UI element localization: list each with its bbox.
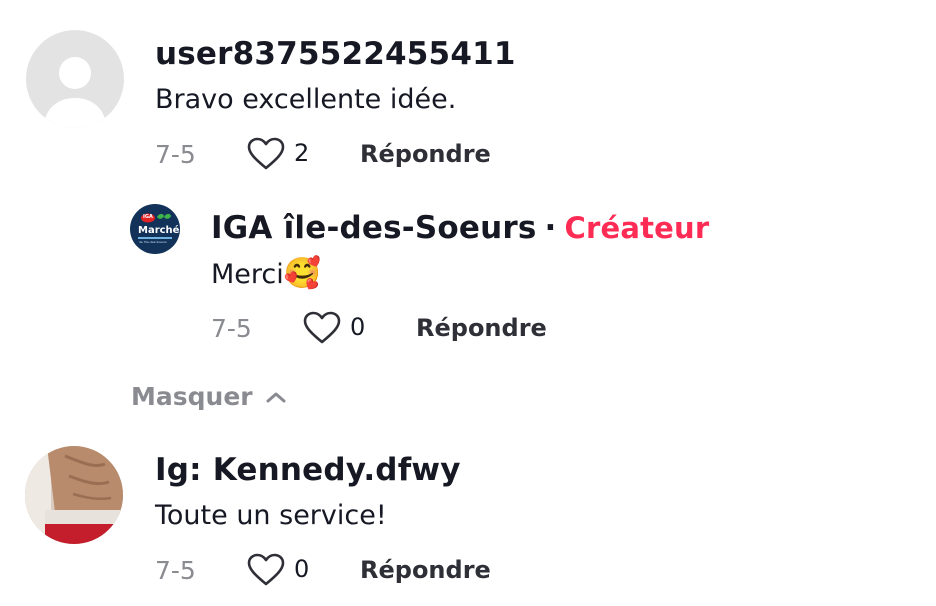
- like-count: 2: [294, 139, 310, 167]
- iga-logo-avatar[interactable]: IGA Marché de l'île-des-Soeurs: [130, 204, 180, 254]
- reply-text: Merci🥰: [211, 256, 321, 291]
- photo-avatar[interactable]: [25, 446, 123, 544]
- heart-icon[interactable]: [247, 553, 285, 587]
- separator-dot: ·: [544, 210, 557, 246]
- heart-icon[interactable]: [247, 137, 285, 171]
- creator-badge: Créateur: [564, 211, 710, 245]
- default-avatar[interactable]: [26, 30, 124, 128]
- reply-comment: IGA Marché de l'île-des-Soeurs IGA île-d…: [0, 190, 936, 370]
- reply-button[interactable]: Répondre: [360, 556, 491, 584]
- comment-date: 7-5: [155, 140, 196, 169]
- comment-username[interactable]: user8375522455411: [155, 36, 516, 72]
- like-count: 0: [294, 555, 310, 583]
- person-icon: [43, 57, 107, 128]
- reply-header: IGA île-des-Soeurs · Créateur: [211, 210, 709, 246]
- reply-button[interactable]: Répondre: [360, 140, 491, 168]
- chevron-up-icon: [266, 392, 286, 402]
- comment-text: Toute un service!: [155, 500, 387, 531]
- comment-username[interactable]: Ig: Kennedy.dfwy: [155, 452, 461, 488]
- logo-sub-text: de l'île-des-Soeurs: [139, 240, 167, 244]
- reply-username[interactable]: IGA île-des-Soeurs: [211, 210, 537, 246]
- heart-icon[interactable]: [303, 311, 341, 345]
- like-count: 0: [350, 313, 366, 341]
- reply-text-content: Merci: [211, 259, 284, 290]
- reply-date: 7-5: [211, 314, 252, 343]
- logo-main-text: Marché: [138, 225, 180, 236]
- comment-1: user8375522455411 Bravo excellente idée.…: [0, 0, 936, 190]
- reply-button[interactable]: Répondre: [416, 314, 547, 342]
- comment-2: Ig: Kennedy.dfwy Toute un service! 7-5 0…: [0, 440, 936, 606]
- comment-text: Bravo excellente idée.: [155, 84, 457, 115]
- profile-photo-icon: [25, 446, 123, 544]
- comment-date: 7-5: [155, 556, 196, 585]
- logo-badge-text: IGA: [143, 214, 153, 220]
- hide-replies-label: Masquer: [131, 382, 253, 411]
- hide-replies-button[interactable]: Masquer: [131, 382, 287, 411]
- smiling-hearts-emoji-icon: 🥰: [283, 256, 322, 291]
